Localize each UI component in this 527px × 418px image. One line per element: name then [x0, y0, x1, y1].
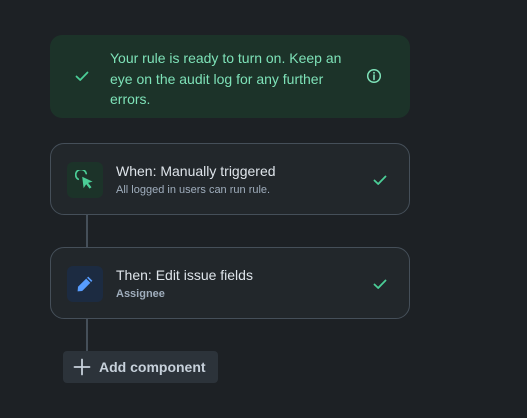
- action-icon-box: [67, 266, 103, 302]
- cursor-click-icon: [75, 170, 93, 189]
- trigger-component-card[interactable]: When: Manually triggered All logged in u…: [50, 143, 410, 215]
- trigger-title: When: Manually triggered: [116, 163, 276, 179]
- check-icon: [74, 68, 90, 84]
- success-banner: Your rule is ready to turn on. Keep an e…: [50, 35, 410, 118]
- action-title: Then: Edit issue fields: [116, 267, 253, 283]
- add-component-button[interactable]: Add component: [63, 351, 218, 383]
- banner-message: Your rule is ready to turn on. Keep an e…: [110, 50, 342, 107]
- flow-connector: [86, 215, 88, 247]
- info-icon[interactable]: [366, 68, 382, 84]
- check-icon: [372, 276, 388, 292]
- trigger-icon-box: [67, 162, 103, 198]
- trigger-subtitle: All logged in users can run rule.: [116, 184, 271, 196]
- pencil-icon: [77, 276, 93, 292]
- add-component-label: Add component: [99, 359, 206, 375]
- action-subtitle: Assignee: [116, 288, 165, 300]
- action-component-card[interactable]: Then: Edit issue fields Assignee: [50, 247, 410, 319]
- flow-connector: [86, 319, 88, 352]
- check-icon: [372, 172, 388, 188]
- plus-icon: [73, 358, 91, 376]
